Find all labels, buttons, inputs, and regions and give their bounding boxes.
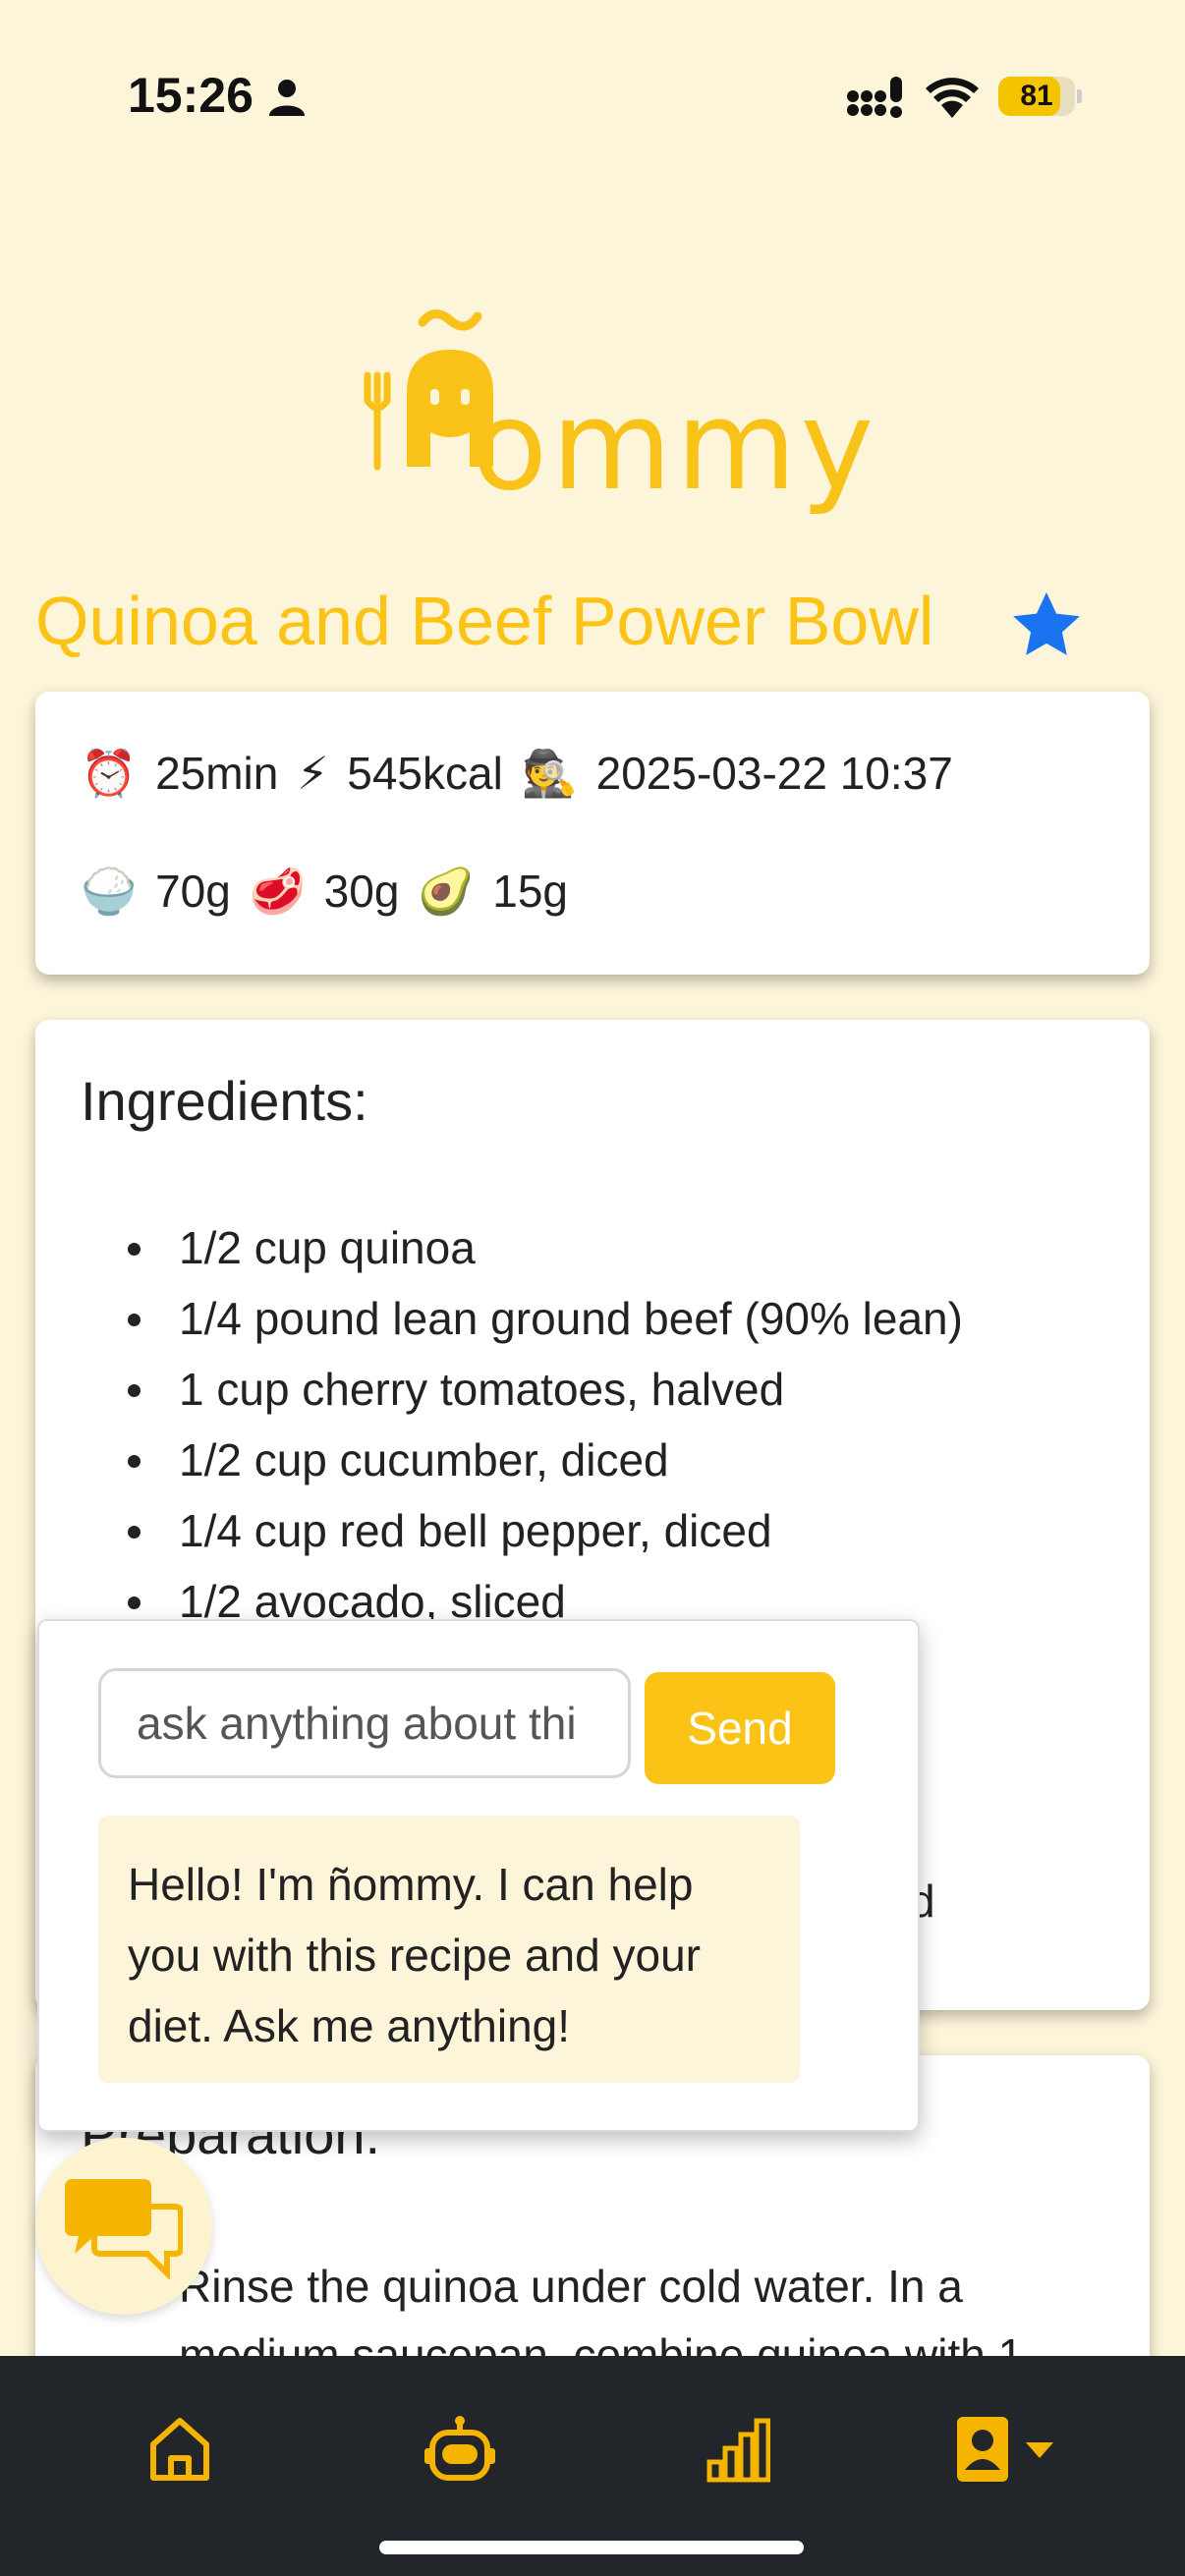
home-icon[interactable]: [147, 2415, 212, 2484]
avocado-icon: 🥑: [418, 866, 475, 917]
calories: 545kcal: [347, 748, 503, 799]
battery-icon: 81: [998, 77, 1082, 116]
wifi-icon: [926, 78, 979, 118]
cook-time: 25min: [155, 748, 279, 799]
macros-row: 🍚 70g 🥩 30g 🥑 15g: [81, 865, 574, 919]
ingredients-heading: Ingredients:: [81, 1070, 368, 1132]
logo-wordmark: ommy: [472, 373, 878, 518]
alarm-clock-icon: ⏰: [81, 748, 138, 799]
status-time: 15:26: [128, 68, 254, 123]
chat-message: Hello! I'm ñommy. I can help you with th…: [98, 1816, 800, 2083]
signal-icon: [847, 77, 902, 118]
ingredients-list: 1/2 cup quinoa 1/4 pound lean ground bee…: [35, 1212, 963, 1637]
chat-input[interactable]: [98, 1668, 631, 1778]
rice-icon: 🍚: [81, 866, 138, 917]
detective-icon: 🕵: [521, 748, 578, 799]
recipe-title: Quinoa and Beef Power Bowl: [35, 583, 934, 659]
chat-toggle-button[interactable]: [35, 2138, 212, 2315]
lightning-icon: ⚡: [297, 748, 329, 799]
person-icon: [269, 80, 305, 116]
profile-icon[interactable]: [953, 2415, 1057, 2484]
status-bar: 15:26 81: [0, 0, 1185, 187]
fat-value: 15g: [492, 866, 568, 917]
list-item: 1/4 pound lean ground beef (90% lean): [35, 1283, 963, 1354]
chat-popup: Send Hello! I'm ñommy. I can help you wi…: [37, 1619, 920, 2132]
stats-icon[interactable]: [705, 2415, 770, 2484]
recipe-info-card: ⏰ 25min ⚡ 545kcal 🕵 2025-03-22 10:37 🍚 7…: [35, 692, 1150, 975]
home-indicator: [379, 2541, 804, 2554]
list-item: 1 cup cherry tomatoes, halved: [35, 1354, 963, 1425]
battery-level: 81: [1020, 80, 1053, 112]
recipe-date: 2025-03-22 10:37: [595, 748, 953, 799]
carbs-value: 70g: [155, 866, 231, 917]
meat-icon: 🥩: [249, 866, 306, 917]
recipe-meta-row: ⏰ 25min ⚡ 545kcal 🕵 2025-03-22 10:37: [81, 747, 959, 801]
app-logo: ommy: [354, 285, 874, 518]
list-item: 1/2 cup quinoa: [35, 1212, 963, 1283]
protein-value: 30g: [323, 866, 400, 917]
send-button[interactable]: Send: [645, 1672, 835, 1784]
list-item: 1/2 cup cucumber, diced: [35, 1425, 963, 1495]
list-item: 1/4 cup red bell pepper, diced: [35, 1495, 963, 1566]
favorite-star-icon[interactable]: [1006, 588, 1087, 664]
robot-icon[interactable]: [424, 2415, 495, 2484]
chat-bubbles-icon: [65, 2179, 183, 2279]
